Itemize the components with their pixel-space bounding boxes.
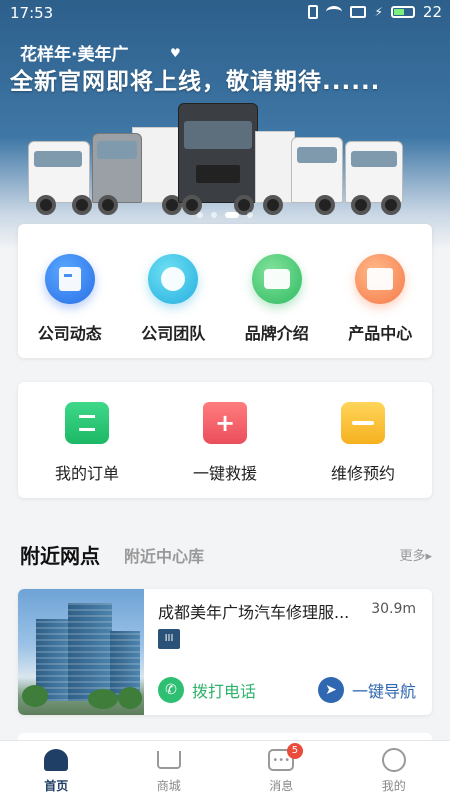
- tab-profile[interactable]: 我的: [338, 741, 450, 800]
- rescue-icon: +: [203, 402, 247, 444]
- truck-lineup-image: [0, 103, 450, 225]
- section-subtitle[interactable]: 附近中心库: [124, 543, 204, 567]
- repair-appointment-icon: [341, 402, 385, 444]
- battery-icon: [390, 6, 415, 18]
- navigate-label: 一键导航: [351, 682, 416, 701]
- tab-label: 消息: [269, 779, 294, 793]
- truck-image: [255, 125, 345, 215]
- vibrate-icon: [308, 5, 319, 19]
- store-distance: 30.9m: [371, 601, 416, 617]
- menu-item-brand-intro[interactable]: 品牌介绍: [225, 224, 329, 358]
- status-icons: ⚡ 22: [308, 3, 442, 21]
- service-label: 一键救援: [192, 464, 257, 483]
- tab-label: 商城: [156, 779, 181, 793]
- service-my-orders[interactable]: 我的订单: [18, 382, 156, 498]
- banner-slogan: 全新官网即将上线，敬请期待......: [10, 69, 381, 95]
- store-name: 成都美年广场汽车修理服...: [158, 603, 350, 622]
- message-badge: 5: [286, 743, 303, 759]
- store-tag: III: [158, 629, 180, 649]
- navigation-arrow-icon: ➤: [317, 677, 344, 703]
- profile-face-icon: [380, 747, 408, 773]
- brand-icon: [251, 254, 302, 304]
- carousel-dot[interactable]: [211, 212, 217, 218]
- status-bar: 17:53 ⚡ 22: [0, 0, 450, 26]
- status-time: 17:53: [10, 4, 54, 22]
- order-icon: [65, 402, 109, 444]
- team-icon: [148, 254, 199, 304]
- more-link[interactable]: 更多▸: [399, 545, 432, 564]
- bottom-tab-bar: 首页 商城 ••• 5 消息 我的: [0, 740, 450, 800]
- menu-item-company-team[interactable]: 公司团队: [122, 224, 226, 358]
- truck-image: [28, 135, 98, 215]
- call-button[interactable]: ✆ 拨打电话: [158, 677, 256, 703]
- screen-cast-icon: [350, 6, 367, 18]
- menu-item-label: 公司动态: [37, 324, 102, 343]
- section-title: 附近网点: [20, 544, 100, 568]
- carousel-dot[interactable]: [247, 212, 253, 218]
- carousel-dot[interactable]: [197, 212, 203, 218]
- carousel-indicator: [0, 212, 450, 218]
- service-repair-appointment[interactable]: 维修预约: [294, 382, 432, 498]
- news-icon: [44, 254, 95, 304]
- wifi-icon: [326, 6, 343, 18]
- service-label: 我的订单: [54, 464, 119, 483]
- truck-image: [345, 135, 405, 215]
- battery-level: 22: [422, 3, 442, 21]
- service-card: 我的订单 + 一键救援 维修预约: [18, 382, 432, 498]
- tab-mall[interactable]: 商城: [113, 741, 226, 800]
- product-icon: [355, 254, 406, 304]
- menu-item-label: 品牌介绍: [244, 324, 309, 343]
- navigate-button[interactable]: ➤ 一键导航: [317, 677, 416, 703]
- service-one-click-rescue[interactable]: + 一键救援: [156, 382, 294, 498]
- cart-icon: [155, 747, 183, 773]
- tab-messages[interactable]: ••• 5 消息: [225, 741, 338, 800]
- company-menu-card: 公司动态 公司团队 品牌介绍 产品中心: [18, 224, 432, 358]
- tab-label: 我的: [381, 779, 406, 793]
- call-label: 拨打电话: [192, 682, 257, 701]
- store-photo: [18, 589, 144, 715]
- charging-icon: ⚡: [374, 5, 383, 19]
- heart-icon: ♥: [170, 46, 181, 60]
- home-icon: [42, 747, 70, 773]
- tab-label: 首页: [44, 779, 69, 793]
- menu-item-label: 公司团队: [141, 324, 206, 343]
- tab-home[interactable]: 首页: [0, 741, 113, 800]
- truck-image: [92, 120, 192, 215]
- store-card[interactable]: 成都美年广场汽车修理服... 30.9m III ✆ 拨打电话 ➤ 一键导航: [18, 589, 432, 715]
- banner[interactable]: 17:53 ⚡ 22 花样年·美年广 ♥ 全新官网即将上线，敬请期待......: [0, 0, 450, 250]
- menu-item-label: 产品中心: [348, 324, 413, 343]
- phone-icon: ✆: [158, 677, 184, 703]
- truck-image: [178, 103, 258, 215]
- menu-item-product-center[interactable]: 产品中心: [329, 224, 433, 358]
- menu-item-company-news[interactable]: 公司动态: [18, 224, 122, 358]
- carousel-dot-active[interactable]: [225, 212, 239, 218]
- service-label: 维修预约: [330, 464, 395, 483]
